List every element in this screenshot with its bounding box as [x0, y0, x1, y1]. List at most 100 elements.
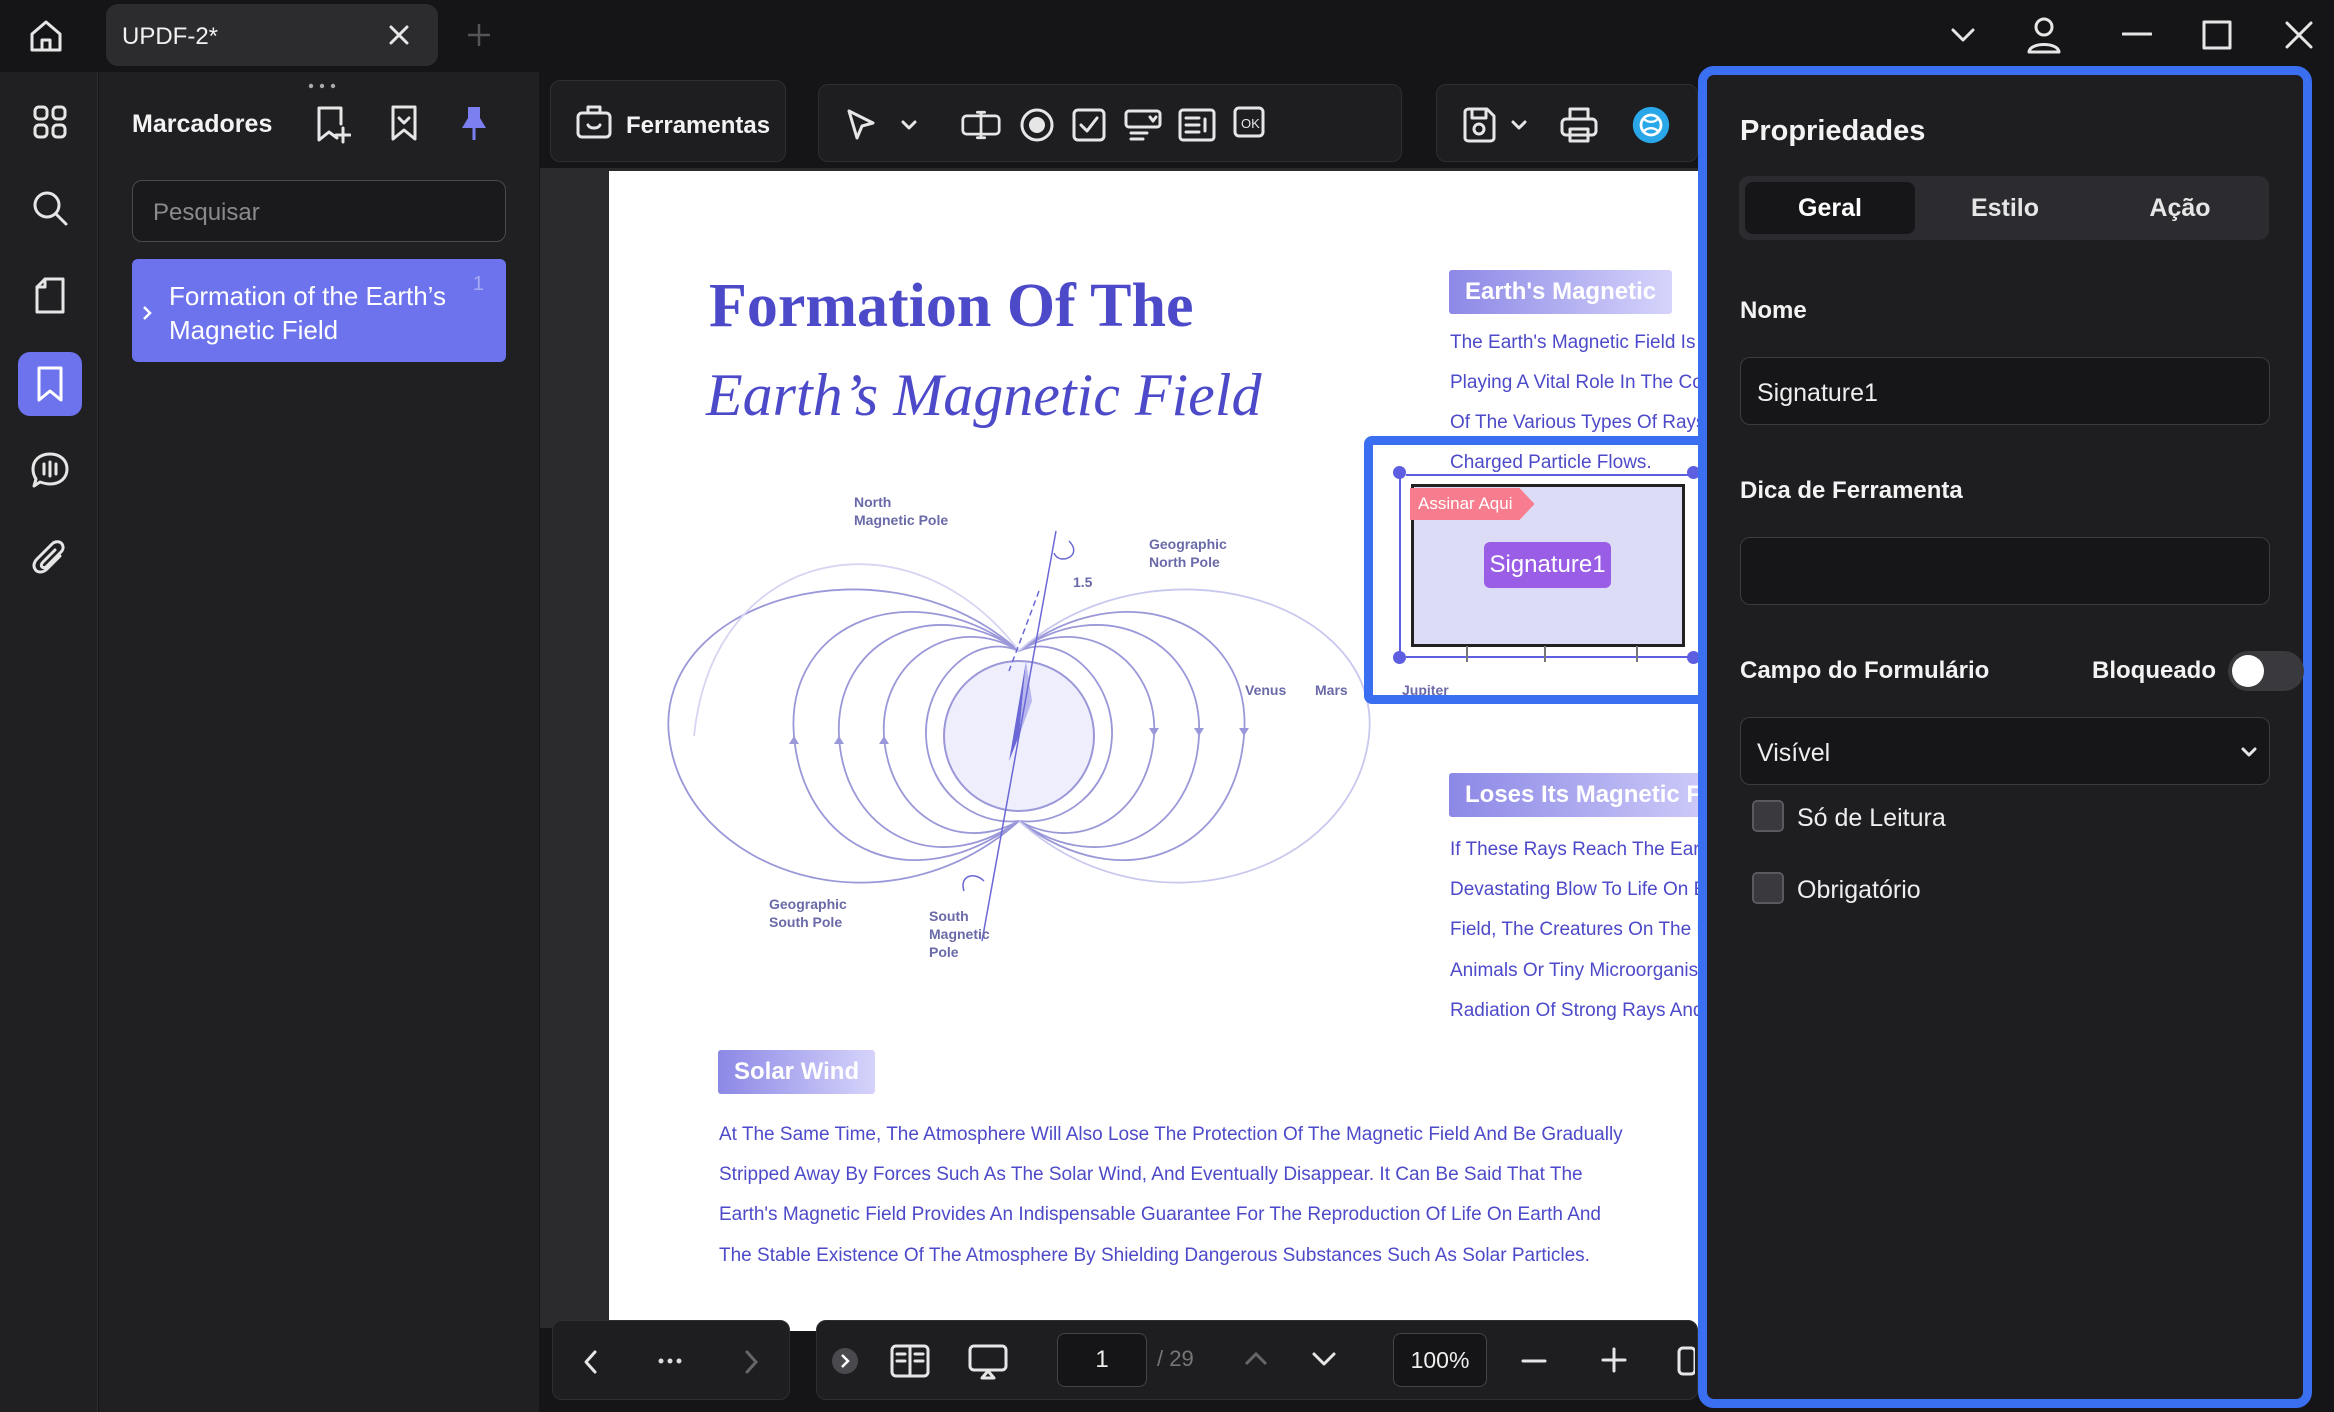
- home-icon[interactable]: [26, 16, 66, 56]
- new-tab-icon[interactable]: [466, 22, 492, 48]
- user-icon[interactable]: [2026, 16, 2062, 54]
- save-toolbar: [1436, 84, 1698, 162]
- bookmark-page-number: 1: [472, 273, 484, 295]
- scroll-down-icon[interactable]: [1311, 1351, 1337, 1367]
- minimize-icon[interactable]: [2122, 32, 2152, 36]
- close-tab-icon[interactable]: [388, 24, 410, 46]
- sign-here-tag: Assinar Aqui: [1410, 488, 1535, 520]
- properties-panel: Propriedades Geral Estilo Ação Nome Sign…: [1698, 66, 2312, 1408]
- chart-tick: [1466, 646, 1468, 662]
- drag-handle-icon[interactable]: [305, 82, 339, 90]
- svg-text:OK: OK: [1241, 116, 1260, 131]
- ai-assistant-icon[interactable]: [1631, 105, 1671, 145]
- locked-toggle[interactable]: [2228, 651, 2304, 691]
- resize-handle[interactable]: [1393, 651, 1406, 664]
- tools-button[interactable]: Ferramentas: [550, 80, 786, 162]
- add-bookmark-icon[interactable]: [315, 104, 351, 144]
- visibility-select[interactable]: Visível: [1740, 717, 2270, 785]
- bookmark-search-input[interactable]: Pesquisar: [132, 180, 506, 242]
- geo-south-label: Geographic South Pole: [769, 896, 847, 930]
- paragraph-line: If These Rays Reach The Ear: [1450, 839, 1699, 860]
- previous-page-icon[interactable]: [583, 1349, 599, 1375]
- chevron-down-icon[interactable]: [1950, 24, 1976, 46]
- paragraph-line: Playing A Vital Role In The Co: [1450, 372, 1699, 393]
- paragraph-line: Radiation Of Strong Rays And: [1450, 1000, 1699, 1021]
- resize-handle[interactable]: [1393, 466, 1406, 479]
- paragraph-line: Earth's Magnetic Field Provides An Indis…: [719, 1204, 1601, 1225]
- bookmarks-title: Marcadores: [132, 110, 273, 138]
- visibility-value: Visível: [1757, 739, 1831, 767]
- more-icon[interactable]: [657, 1357, 683, 1365]
- pdf-page: Formation Of The Earth’s Magnetic Field …: [609, 171, 1699, 1331]
- scroll-up-icon[interactable]: [1243, 1351, 1269, 1367]
- zoom-level-input[interactable]: 100%: [1393, 1333, 1487, 1387]
- tab-action[interactable]: Ação: [2095, 182, 2265, 234]
- paragraph-line: At The Same Time, The Atmosphere Will Al…: [719, 1124, 1623, 1145]
- document-tab[interactable]: UPDF-2*: [106, 4, 438, 66]
- north-magnetic-label: North Magnetic Pole: [854, 494, 949, 528]
- pagination-bar: 1 / 29 100%: [816, 1320, 1698, 1400]
- select-cursor-icon[interactable]: [841, 105, 881, 145]
- tab-general[interactable]: Geral: [1745, 182, 1915, 234]
- paragraph-line: Devastating Blow To Life On E: [1450, 879, 1699, 900]
- pages-icon[interactable]: [18, 264, 82, 328]
- print-icon[interactable]: [1559, 105, 1599, 145]
- tab-style[interactable]: Estilo: [1920, 182, 2090, 234]
- chart-label: Mars: [1315, 682, 1348, 698]
- combo-box-icon[interactable]: [1123, 105, 1163, 145]
- page-layout-icon[interactable]: [889, 1343, 931, 1379]
- chevron-right-icon[interactable]: [141, 305, 153, 321]
- name-value: Signature1: [1757, 379, 1878, 407]
- name-field[interactable]: Signature1: [1740, 357, 2270, 425]
- search-icon[interactable]: [18, 176, 82, 240]
- chevron-down-icon: [2241, 746, 2257, 758]
- readonly-checkbox[interactable]: [1752, 800, 1784, 832]
- paragraph-line: Animals Or Tiny Microorganis: [1450, 960, 1699, 981]
- text-field-icon[interactable]: [961, 105, 1001, 145]
- list-box-icon[interactable]: [1177, 105, 1217, 145]
- tooltip-field[interactable]: [1740, 537, 2270, 605]
- radio-button-icon[interactable]: [1017, 105, 1057, 145]
- paragraph-line: The Earth's Magnetic Field Is: [1450, 332, 1696, 353]
- fit-width-icon[interactable]: [1675, 1345, 1695, 1377]
- paragraph-line: Of The Various Types Of Rays: [1450, 412, 1699, 433]
- zoom-out-icon[interactable]: [1521, 1359, 1547, 1363]
- checkbox-icon[interactable]: [1069, 105, 1109, 145]
- save-icon[interactable]: [1459, 105, 1499, 145]
- bookmark-label: Formation of the Earth’s Magnetic Field: [169, 281, 446, 345]
- selection-border: [1406, 656, 1696, 658]
- attachment-icon[interactable]: [18, 526, 82, 590]
- zoom-in-icon[interactable]: [1601, 1347, 1627, 1373]
- search-placeholder: Pesquisar: [153, 199, 260, 226]
- expand-icon[interactable]: [831, 1347, 859, 1375]
- thumbnails-icon[interactable]: [18, 90, 82, 154]
- paragraph-line: Stripped Away By Forces Such As The Sola…: [719, 1164, 1583, 1185]
- chevron-down-icon[interactable]: [1499, 105, 1539, 145]
- tooltip-label: Dica de Ferramenta: [1740, 477, 1963, 504]
- toggle-knob: [2232, 655, 2264, 687]
- required-label: Obrigatório: [1797, 876, 1921, 904]
- next-page-icon[interactable]: [743, 1349, 759, 1375]
- pin-icon[interactable]: [459, 104, 489, 142]
- bookmark-icon[interactable]: [18, 352, 82, 416]
- bookmark-item[interactable]: Formation of the Earth’s Magnetic Field …: [132, 259, 506, 362]
- readonly-label: Só de Leitura: [1797, 804, 1946, 832]
- page-number-input[interactable]: 1: [1057, 1333, 1147, 1387]
- bookmark-outline-icon[interactable]: [389, 104, 419, 142]
- maximize-icon[interactable]: [2202, 20, 2232, 50]
- presentation-icon[interactable]: [967, 1343, 1009, 1381]
- tools-label: Ferramentas: [626, 112, 771, 139]
- geo-north-label: Geographic North Pole: [1149, 536, 1227, 570]
- comments-icon[interactable]: [18, 438, 82, 502]
- chevron-down-icon[interactable]: [889, 105, 929, 145]
- name-label: Nome: [1740, 297, 1807, 324]
- left-rail: [0, 72, 98, 1412]
- button-field-icon[interactable]: OK: [1229, 105, 1269, 145]
- signature-field-name: Signature1: [1484, 542, 1611, 588]
- close-window-icon[interactable]: [2284, 20, 2314, 50]
- chart-tick: [1636, 646, 1638, 662]
- properties-title: Propriedades: [1740, 115, 1926, 147]
- required-checkbox[interactable]: [1752, 872, 1784, 904]
- page-total: / 29: [1157, 1346, 1194, 1371]
- chart-label: Venus: [1245, 682, 1287, 698]
